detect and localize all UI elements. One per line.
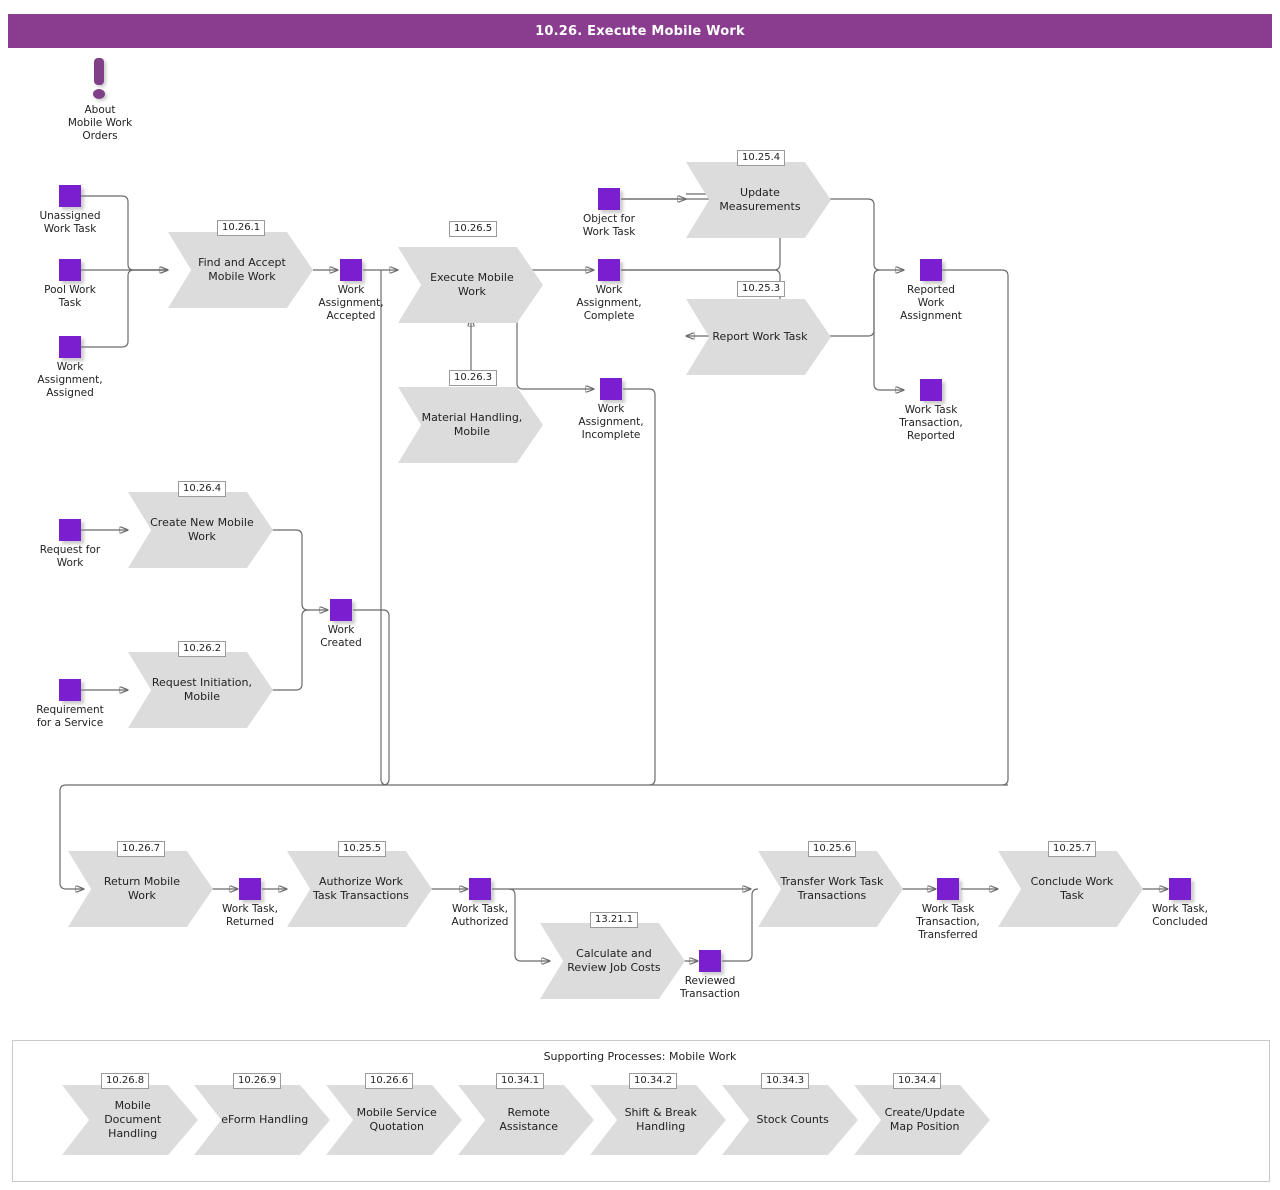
entity-square: [920, 379, 942, 401]
process-label: Conclude Work Task: [1030, 875, 1114, 902]
entity-label: Work Assignment, Complete: [576, 284, 642, 322]
exclamation-dot: [93, 89, 105, 99]
entity-square: [59, 336, 81, 358]
process-material-handling-mobile[interactable]: Material Handling, Mobile: [398, 387, 547, 468]
entity-square: [59, 259, 81, 281]
entity-label: Object for Work Task: [582, 213, 636, 238]
process-report-work-task[interactable]: Report Work Task: [686, 299, 835, 380]
process-id-badge: 10.25.7: [1048, 841, 1097, 857]
process-label: Execute Mobile Work: [430, 271, 514, 298]
process-id-badge: 10.26.3: [449, 370, 498, 386]
process-label: Find and Accept Mobile Work: [198, 256, 286, 283]
process-label: Request Initiation, Mobile: [151, 676, 253, 703]
entity-label: Pool Work Task: [44, 284, 96, 309]
entity-label: Unassigned Work Task: [39, 210, 101, 235]
diagram-title-bar: 10.26. Execute Mobile Work: [8, 14, 1272, 48]
entity-square: [340, 259, 362, 281]
entity-square: [699, 950, 721, 972]
process-label: Update Measurements: [719, 186, 801, 213]
supporting-process-create-update-map-position[interactable]: Create/Update Map Position: [854, 1085, 994, 1160]
process-calculate-and-review-job-costs[interactable]: Calculate and Review Job Costs: [540, 923, 689, 1004]
entity-label: Work Task, Concluded: [1152, 903, 1208, 928]
entity-square: [600, 378, 622, 400]
entity-label: Requirement for a Service: [36, 704, 104, 729]
exclamation-bar: [94, 58, 104, 85]
process-id-badge: 10.26.7: [117, 841, 166, 857]
process-id-badge: 10.26.6: [365, 1073, 414, 1089]
process-conclude-work-task[interactable]: Conclude Work Task: [998, 851, 1147, 932]
process-authorize-work-task-transactions[interactable]: Authorize Work Task Transactions: [287, 851, 436, 932]
entity-square: [59, 519, 81, 541]
entity-square: [59, 185, 81, 207]
process-label: Mobile Service Quotation: [356, 1106, 437, 1133]
entity-label: Work Task, Returned: [222, 903, 278, 928]
entity-square: [330, 599, 352, 621]
entity-label: Work Created: [320, 624, 362, 649]
entity-square: [937, 878, 959, 900]
supporting-process-eform-handling[interactable]: eForm Handling: [194, 1085, 334, 1160]
about-mobile-work-orders-label[interactable]: About Mobile Work Orders: [30, 104, 170, 143]
supporting-process-mobile-document-handling[interactable]: Mobile Document Handling: [62, 1085, 202, 1160]
process-id-badge: 10.34.2: [629, 1073, 678, 1089]
process-id-badge: 10.26.2: [178, 641, 227, 657]
connector-layer: [59, 193, 1280, 1190]
supporting-process-remote-assistance[interactable]: Remote Assistance: [458, 1085, 598, 1160]
process-label: Remote Assistance: [499, 1106, 559, 1133]
supporting-process-stock-counts[interactable]: Stock Counts: [722, 1085, 862, 1160]
entity-square: [239, 878, 261, 900]
page-title: 10.26. Execute Mobile Work: [535, 23, 745, 39]
supporting-processes-caption: Supporting Processes: Mobile Work: [543, 1050, 737, 1063]
process-label: Return Mobile Work: [103, 875, 180, 902]
process-label: Stock Counts: [756, 1113, 829, 1126]
entity-label: Work Task Transaction, Reported: [899, 404, 963, 442]
process-id-badge: 10.25.3: [737, 281, 786, 297]
process-label: Material Handling, Mobile: [421, 411, 523, 438]
process-label: Create/Update Map Position: [884, 1106, 965, 1133]
process-update-measurements[interactable]: Update Measurements: [686, 162, 835, 243]
process-label: Authorize Work Task Transactions: [312, 875, 409, 902]
entity-square: [59, 679, 81, 701]
process-label: eForm Handling: [221, 1113, 309, 1126]
process-id-badge: 10.26.8: [101, 1073, 150, 1089]
process-id-badge: 10.26.5: [449, 221, 498, 237]
entity-label: Work Assignment, Accepted: [318, 284, 384, 322]
process-id-badge: 10.34.1: [496, 1073, 545, 1089]
process-id-badge: 10.25.6: [808, 841, 857, 857]
entity-square: [598, 188, 620, 210]
process-id-badge: 10.25.5: [338, 841, 387, 857]
process-id-badge: 10.26.4: [178, 481, 227, 497]
entity-label: Work Assignment, Assigned: [37, 361, 103, 399]
process-label: Shift & Break Handling: [624, 1106, 697, 1133]
process-label: Calculate and Review Job Costs: [567, 947, 661, 974]
exclamation-icon[interactable]: [92, 58, 108, 104]
process-label: Transfer Work Task Transactions: [780, 875, 884, 902]
entity-label: Work Task, Authorized: [451, 903, 509, 928]
process-label: Create New Mobile Work: [150, 516, 254, 543]
process-return-mobile-work[interactable]: Return Mobile Work: [68, 851, 217, 932]
supporting-process-mobile-service-quotation[interactable]: Mobile Service Quotation: [326, 1085, 466, 1160]
process-id-badge: 10.25.4: [737, 150, 786, 166]
process-request-initiation-mobile[interactable]: Request Initiation, Mobile: [128, 652, 277, 733]
process-label: Report Work Task: [712, 330, 808, 343]
process-transfer-work-task-transactions[interactable]: Transfer Work Task Transactions: [758, 851, 907, 932]
process-find-and-accept-mobile-work[interactable]: Find and Accept Mobile Work: [168, 232, 317, 313]
process-label: Mobile Document Handling: [104, 1099, 162, 1140]
entity-square: [598, 259, 620, 281]
process-create-new-mobile-work[interactable]: Create New Mobile Work: [128, 492, 277, 573]
entity-label: Work Assignment, Incomplete: [578, 403, 644, 441]
process-id-badge: 10.26.1: [217, 220, 266, 236]
entity-square: [469, 878, 491, 900]
entity-label: Request for Work: [39, 544, 101, 569]
entity-label: Work Task Transaction, Transferred: [916, 903, 980, 941]
entity-square: [1169, 878, 1191, 900]
supporting-process-shift-break-handling[interactable]: Shift & Break Handling: [590, 1085, 730, 1160]
process-id-badge: 10.34.3: [761, 1073, 810, 1089]
entity-label: Reported Work Assignment: [900, 284, 962, 322]
process-id-badge: 10.34.4: [893, 1073, 942, 1089]
entity-square: [920, 259, 942, 281]
process-id-badge: 13.21.1: [590, 912, 639, 928]
process-id-badge: 10.26.9: [233, 1073, 282, 1089]
process-execute-mobile-work[interactable]: Execute Mobile Work: [398, 247, 547, 328]
